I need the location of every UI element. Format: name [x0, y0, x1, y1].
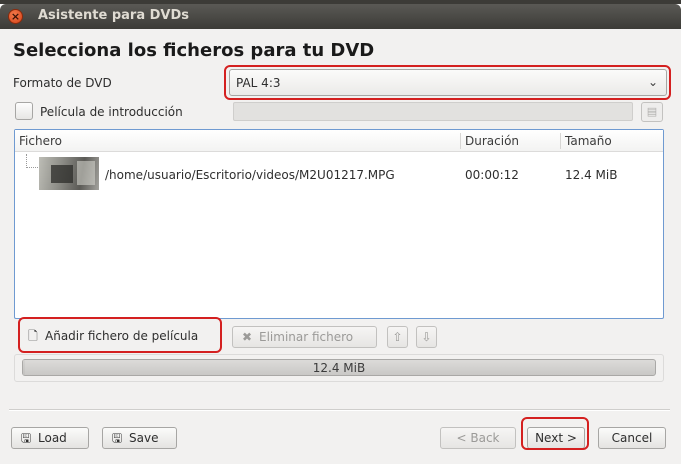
floppy-icon: 🖫: [20, 431, 32, 445]
video-thumbnail: [39, 157, 99, 190]
save-icon: 🖫: [111, 431, 123, 445]
load-button[interactable]: 🖫 Load: [11, 427, 89, 449]
size-cell[interactable]: 12.4 MiB: [565, 168, 617, 182]
intro-movie-label-text: Película de introducción: [40, 105, 183, 119]
intro-movie-path-field: [233, 102, 633, 121]
disc-usage-bar: 12.4 MiB: [22, 359, 656, 376]
cancel-label: Cancel: [611, 431, 653, 445]
window-titlebar[interactable]: × Asistente para DVDs: [0, 4, 681, 29]
save-label: Save: [129, 431, 159, 445]
page-title: Selecciona los ficheros para tu DVD: [13, 40, 375, 61]
next-label: Next >: [535, 431, 577, 445]
dvd-format-combo[interactable]: PAL 4:3 ⌄: [229, 69, 667, 96]
back-button[interactable]: < Back: [440, 427, 516, 449]
column-divider: [560, 133, 561, 149]
file-list-header: Fichero Duración Tamaño: [15, 130, 663, 152]
add-movie-file-button[interactable]: 🗋 Añadir fichero de película: [25, 326, 198, 346]
column-header-duration[interactable]: Duración: [465, 134, 519, 148]
remove-icon: ✖: [241, 330, 253, 344]
dvd-format-value: PAL 4:3: [236, 76, 281, 90]
tree-expander-line: [26, 154, 40, 168]
intro-movie-label: Película de introducción: [40, 105, 183, 119]
thumbnail-shape-dark: [51, 165, 73, 183]
save-button[interactable]: 🖫 Save: [102, 427, 177, 449]
add-movie-file-label: Añadir fichero de película: [45, 329, 199, 343]
footer-separator: [9, 409, 670, 411]
back-label: < Back: [456, 431, 500, 445]
load-label: Load: [38, 431, 67, 445]
thumbnail-shape-light: [77, 161, 95, 185]
column-header-size[interactable]: Tamaño: [565, 134, 612, 148]
move-up-button[interactable]: ⇧: [387, 326, 408, 348]
dvd-wizard-window: Selecciona los ficheros para tu DVD Form…: [0, 29, 681, 464]
intro-movie-checkbox[interactable]: [15, 102, 33, 120]
duration-cell[interactable]: 00:00:12: [465, 168, 519, 182]
arrow-down-icon: ⇩: [421, 330, 432, 344]
window-title: Asistente para DVDs: [38, 8, 190, 23]
remove-file-button[interactable]: ✖ Eliminar fichero: [232, 326, 377, 348]
intro-browse-button: ▤: [641, 102, 663, 122]
cancel-button[interactable]: Cancel: [598, 427, 666, 449]
column-header-file[interactable]: Fichero: [19, 134, 62, 148]
file-list[interactable]: Fichero Duración Tamaño /home/usuario/Es…: [14, 129, 664, 319]
arrow-up-icon: ⇧: [392, 330, 403, 344]
move-down-button[interactable]: ⇩: [416, 326, 437, 348]
close-icon[interactable]: ×: [8, 9, 23, 24]
column-divider: [460, 133, 461, 149]
chevron-down-icon: ⌄: [647, 75, 658, 89]
add-file-icon: 🗋: [28, 329, 38, 343]
disc-usage-text: 12.4 MiB: [312, 361, 366, 375]
remove-file-label: Eliminar fichero: [259, 330, 354, 344]
file-path-cell[interactable]: /home/usuario/Escritorio/videos/M2U01217…: [105, 168, 395, 182]
dvd-format-label: Formato de DVD: [13, 76, 112, 90]
next-button[interactable]: Next >: [527, 427, 585, 449]
